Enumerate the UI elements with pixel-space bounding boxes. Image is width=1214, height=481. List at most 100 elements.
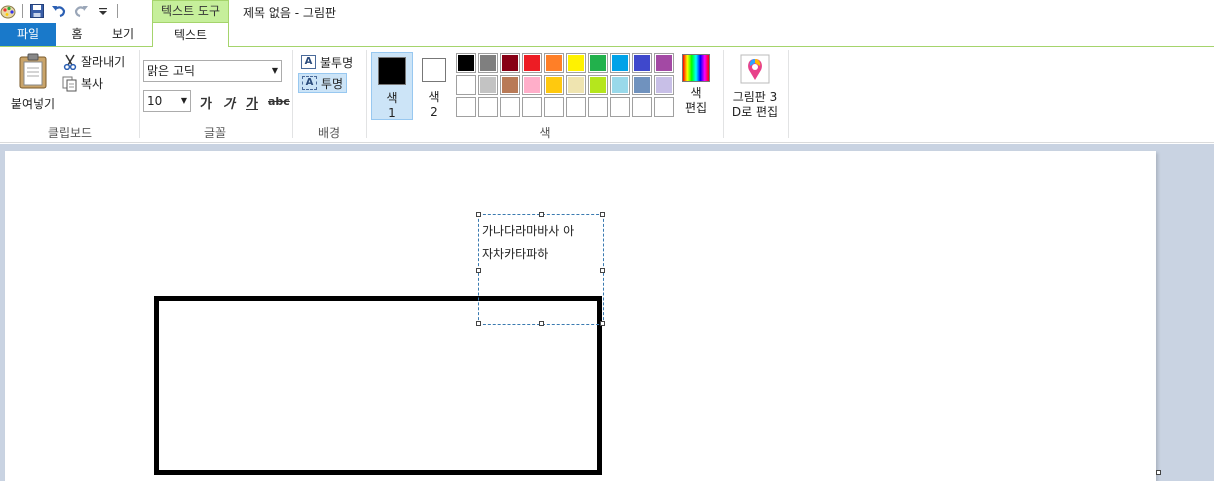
tab-text[interactable]: 텍스트 bbox=[152, 22, 229, 48]
palette-swatch[interactable] bbox=[588, 53, 608, 73]
group-divider bbox=[366, 50, 367, 138]
title-bar: 텍스트 도구 제목 없음 - 그림판 bbox=[0, 0, 1214, 24]
palette-swatch[interactable] bbox=[544, 97, 564, 117]
font-family-select[interactable]: 맑은 고딕 ▼ bbox=[143, 60, 282, 82]
scissors-icon bbox=[63, 54, 77, 70]
palette-swatch[interactable] bbox=[632, 53, 652, 73]
toolbar-separator bbox=[117, 4, 118, 18]
color1-button[interactable]: 색 1 bbox=[371, 52, 413, 120]
palette-swatch[interactable] bbox=[654, 97, 674, 117]
palette-swatch[interactable] bbox=[566, 75, 586, 95]
tab-view[interactable]: 보기 bbox=[104, 23, 142, 46]
text-line-1: 가나다라마바사 아 bbox=[482, 224, 575, 238]
palette-swatch[interactable] bbox=[588, 75, 608, 95]
paste-button[interactable]: 붙여넣기 bbox=[6, 51, 60, 117]
palette-swatch[interactable] bbox=[588, 97, 608, 117]
palette-swatch-fill bbox=[567, 54, 585, 72]
bold-button[interactable]: 가 bbox=[200, 93, 212, 112]
text-tools-context-tab: 텍스트 도구 bbox=[152, 0, 229, 22]
copy-button[interactable]: 복사 bbox=[62, 75, 103, 92]
palette-swatch-fill bbox=[545, 76, 563, 94]
redo-icon[interactable] bbox=[73, 3, 89, 19]
text-box-content[interactable]: 가나다라마바사 아 자차카타파하 bbox=[482, 220, 600, 266]
palette-swatch[interactable] bbox=[500, 75, 520, 95]
background-group-label: 배경 bbox=[317, 126, 341, 140]
textbox-handle-nw[interactable] bbox=[476, 212, 481, 217]
italic-button[interactable]: 가 bbox=[223, 93, 235, 112]
ribbon-tabs: 파일 홈 보기 텍스트 bbox=[0, 22, 1214, 48]
textbox-handle-ne[interactable] bbox=[600, 212, 605, 217]
cut-button[interactable]: 잘라내기 bbox=[62, 53, 125, 70]
palette-swatch[interactable] bbox=[456, 53, 476, 73]
chevron-down-icon: ▼ bbox=[271, 66, 278, 75]
palette-swatch[interactable] bbox=[500, 97, 520, 117]
textbox-handle-se[interactable] bbox=[600, 321, 605, 326]
text-opaque-icon: A bbox=[301, 55, 316, 69]
palette-swatch[interactable] bbox=[478, 53, 498, 73]
chevron-down-icon: ▼ bbox=[180, 96, 187, 105]
palette-swatch[interactable] bbox=[478, 97, 498, 117]
palette-swatch[interactable] bbox=[522, 75, 542, 95]
palette-swatch[interactable] bbox=[632, 97, 652, 117]
textbox-handle-n[interactable] bbox=[539, 212, 544, 217]
palette-swatch-fill bbox=[633, 98, 651, 116]
paint3d-label-2: D로 편집 bbox=[731, 105, 779, 119]
font-group-label: 글꼴 bbox=[203, 126, 227, 140]
font-size-value: 10 bbox=[147, 94, 163, 108]
palette-swatch[interactable] bbox=[500, 53, 520, 73]
opaque-option[interactable]: A 불투명 bbox=[298, 52, 356, 72]
textbox-handle-e[interactable] bbox=[600, 268, 605, 273]
textbox-handle-sw[interactable] bbox=[476, 321, 481, 326]
palette-swatch[interactable] bbox=[456, 97, 476, 117]
save-icon[interactable] bbox=[29, 3, 45, 19]
palette-swatch[interactable] bbox=[610, 75, 630, 95]
text-line-2: 자차카타파하 bbox=[482, 247, 549, 261]
tab-file[interactable]: 파일 bbox=[0, 23, 56, 46]
edit-colors-button[interactable]: 색 편집 bbox=[680, 54, 712, 116]
palette-swatch[interactable] bbox=[566, 97, 586, 117]
palette-swatch[interactable] bbox=[654, 53, 674, 73]
palette-swatch-fill bbox=[479, 98, 497, 116]
palette-swatch[interactable] bbox=[544, 53, 564, 73]
group-divider bbox=[723, 50, 724, 138]
paint3d-icon bbox=[740, 54, 770, 84]
font-size-select[interactable]: 10 ▼ bbox=[143, 90, 191, 112]
transparent-label: 투명 bbox=[321, 76, 344, 91]
palette-swatch-fill bbox=[457, 54, 475, 72]
group-divider bbox=[139, 50, 140, 138]
strikethrough-button[interactable]: abc bbox=[268, 95, 290, 108]
paint-app-icon[interactable] bbox=[0, 3, 16, 19]
palette-swatch[interactable] bbox=[566, 53, 586, 73]
customize-toolbar-icon[interactable] bbox=[95, 3, 111, 19]
palette-swatch-fill bbox=[501, 76, 519, 94]
opaque-label: 불투명 bbox=[320, 55, 354, 70]
palette-swatch[interactable] bbox=[654, 75, 674, 95]
palette-swatch[interactable] bbox=[522, 53, 542, 73]
palette-swatch[interactable] bbox=[610, 97, 630, 117]
underline-button[interactable]: 가 bbox=[246, 93, 258, 112]
tab-home[interactable]: 홈 bbox=[62, 23, 92, 46]
palette-swatch-fill bbox=[457, 98, 475, 116]
palette-swatch[interactable] bbox=[456, 75, 476, 95]
palette-swatch[interactable] bbox=[610, 53, 630, 73]
color1-swatch bbox=[378, 57, 406, 85]
undo-icon[interactable] bbox=[51, 3, 67, 19]
color2-label: 색 bbox=[428, 90, 440, 104]
palette-swatch-fill bbox=[589, 76, 607, 94]
palette-swatch[interactable] bbox=[522, 97, 542, 117]
palette-swatch-fill bbox=[545, 98, 563, 116]
color2-button[interactable]: 색 2 bbox=[413, 52, 455, 120]
textbox-handle-w[interactable] bbox=[476, 268, 481, 273]
canvas-resize-handle[interactable] bbox=[1156, 470, 1161, 475]
palette-swatch[interactable] bbox=[632, 75, 652, 95]
palette-swatch[interactable] bbox=[544, 75, 564, 95]
transparent-option[interactable]: A 투명 bbox=[298, 73, 348, 93]
palette-swatch[interactable] bbox=[478, 75, 498, 95]
edit-colors-label-2: 편집 bbox=[684, 101, 708, 115]
window-title: 제목 없음 - 그림판 bbox=[243, 6, 337, 20]
text-box[interactable]: 가나다라마바사 아 자차카타파하 bbox=[476, 212, 605, 326]
toolbar-separator bbox=[22, 4, 23, 18]
edit-with-paint3d-button[interactable]: 그림판 3 D로 편집 bbox=[728, 54, 782, 120]
textbox-handle-s[interactable] bbox=[539, 321, 544, 326]
font-family-value: 맑은 고딕 bbox=[147, 64, 195, 78]
